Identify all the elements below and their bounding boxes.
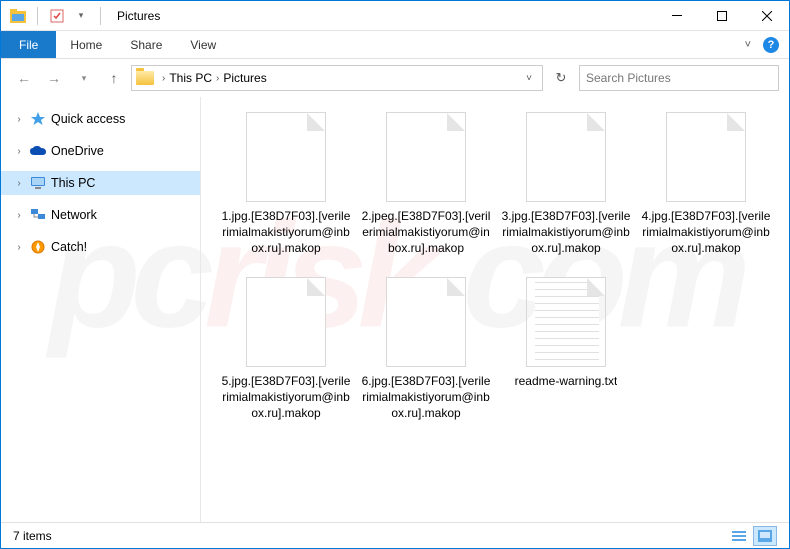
blank-file-icon bbox=[386, 277, 466, 367]
title-separator bbox=[100, 7, 101, 25]
breadcrumb-this-pc[interactable]: This PC bbox=[169, 71, 212, 85]
qat-separator bbox=[37, 7, 38, 25]
addressbar: ← → ▾ ↑ › This PC › Pictures ˅ ↻ Search … bbox=[1, 59, 789, 97]
expand-icon[interactable]: › bbox=[13, 210, 25, 221]
sidebar-item-onedrive[interactable]: › OneDrive bbox=[1, 139, 200, 163]
file-item[interactable]: 1.jpg.[E38D7F03].[verilerimialmakistiyor… bbox=[221, 112, 351, 257]
file-item[interactable]: readme-warning.txt bbox=[501, 277, 631, 422]
chevron-right-icon[interactable]: › bbox=[216, 73, 219, 84]
forward-button[interactable]: → bbox=[41, 65, 67, 91]
monitor-icon bbox=[29, 175, 47, 191]
sidebar-item-this-pc[interactable]: › This PC bbox=[1, 171, 200, 195]
expand-icon[interactable]: › bbox=[13, 114, 25, 125]
sidebar-item-catch[interactable]: › Catch! bbox=[1, 235, 200, 259]
catch-icon bbox=[29, 239, 47, 255]
file-label: 5.jpg.[E38D7F03].[verilerimialmakistiyor… bbox=[221, 373, 351, 422]
qat-dropdown-icon[interactable]: ▾ bbox=[72, 7, 90, 25]
refresh-button[interactable]: ↻ bbox=[547, 70, 575, 86]
ribbon-expand-icon[interactable]: ˅ bbox=[745, 39, 751, 51]
ribbon: File Home Share View ˅ ? bbox=[1, 31, 789, 59]
file-item[interactable]: 5.jpg.[E38D7F03].[verilerimialmakistiyor… bbox=[221, 277, 351, 422]
titlebar: ▾ Pictures bbox=[1, 1, 789, 31]
search-placeholder: Search Pictures bbox=[586, 71, 671, 85]
expand-icon[interactable]: › bbox=[13, 242, 25, 253]
blank-file-icon bbox=[526, 112, 606, 202]
blank-file-icon bbox=[666, 112, 746, 202]
file-item[interactable]: 3.jpg.[E38D7F03].[verilerimialmakistiyor… bbox=[501, 112, 631, 257]
cloud-icon bbox=[29, 143, 47, 159]
file-label: 2.jpeg.[E38D7F03].[verilerimialmakistiyo… bbox=[361, 208, 491, 257]
file-tab[interactable]: File bbox=[1, 31, 56, 58]
file-label: 4.jpg.[E38D7F03].[verilerimialmakistiyor… bbox=[641, 208, 771, 257]
blank-file-icon bbox=[246, 277, 326, 367]
icons-view-button[interactable] bbox=[753, 526, 777, 546]
details-view-button[interactable] bbox=[727, 526, 751, 546]
sidebar-item-network[interactable]: › Network bbox=[1, 203, 200, 227]
tab-view[interactable]: View bbox=[176, 31, 230, 58]
blank-file-icon bbox=[386, 112, 466, 202]
search-input[interactable]: Search Pictures bbox=[579, 65, 779, 91]
file-item[interactable]: 2.jpeg.[E38D7F03].[verilerimialmakistiyo… bbox=[361, 112, 491, 257]
file-label: 1.jpg.[E38D7F03].[verilerimialmakistiyor… bbox=[221, 208, 351, 257]
back-button[interactable]: ← bbox=[11, 65, 37, 91]
file-label: readme-warning.txt bbox=[515, 373, 618, 389]
sidebar-item-label: OneDrive bbox=[51, 144, 104, 158]
sidebar-item-label: Quick access bbox=[51, 112, 125, 126]
sidebar-item-label: Network bbox=[51, 208, 97, 222]
file-item[interactable]: 6.jpg.[E38D7F03].[verilerimialmakistiyor… bbox=[361, 277, 491, 422]
tab-home[interactable]: Home bbox=[56, 31, 116, 58]
tab-share[interactable]: Share bbox=[116, 31, 176, 58]
folder-icon bbox=[136, 71, 154, 85]
star-icon bbox=[29, 111, 47, 127]
item-count: 7 items bbox=[13, 529, 52, 543]
navigation-pane: › Quick access › OneDrive › This PC › Ne… bbox=[1, 97, 201, 522]
file-item[interactable]: 4.jpg.[E38D7F03].[verilerimialmakistiyor… bbox=[641, 112, 771, 257]
sidebar-item-label: This PC bbox=[51, 176, 95, 190]
close-button[interactable] bbox=[744, 1, 789, 31]
statusbar: 7 items bbox=[1, 522, 789, 548]
txt-file-icon bbox=[526, 277, 606, 367]
chevron-right-icon[interactable]: › bbox=[162, 73, 165, 84]
sidebar-item-quick-access[interactable]: › Quick access bbox=[1, 107, 200, 131]
up-button[interactable]: ↑ bbox=[101, 65, 127, 91]
file-label: 6.jpg.[E38D7F03].[verilerimialmakistiyor… bbox=[361, 373, 491, 422]
help-icon[interactable]: ? bbox=[763, 37, 779, 53]
breadcrumb-dropdown-icon[interactable]: ˅ bbox=[520, 73, 538, 84]
network-icon bbox=[29, 207, 47, 223]
sidebar-item-label: Catch! bbox=[51, 240, 87, 254]
expand-icon[interactable]: › bbox=[13, 178, 25, 189]
breadcrumb-pictures[interactable]: Pictures bbox=[223, 71, 266, 85]
maximize-button[interactable] bbox=[699, 1, 744, 31]
breadcrumb[interactable]: › This PC › Pictures ˅ bbox=[131, 65, 543, 91]
main-area: › Quick access › OneDrive › This PC › Ne… bbox=[1, 97, 789, 522]
properties-qat-icon[interactable] bbox=[48, 7, 66, 25]
blank-file-icon bbox=[246, 112, 326, 202]
file-label: 3.jpg.[E38D7F03].[verilerimialmakistiyor… bbox=[501, 208, 631, 257]
file-pane[interactable]: 1.jpg.[E38D7F03].[verilerimialmakistiyor… bbox=[201, 97, 789, 522]
expand-icon[interactable]: › bbox=[13, 146, 25, 157]
window-title: Pictures bbox=[117, 9, 160, 23]
minimize-button[interactable] bbox=[654, 1, 699, 31]
recent-dropdown[interactable]: ▾ bbox=[71, 65, 97, 91]
explorer-icon bbox=[9, 7, 27, 25]
